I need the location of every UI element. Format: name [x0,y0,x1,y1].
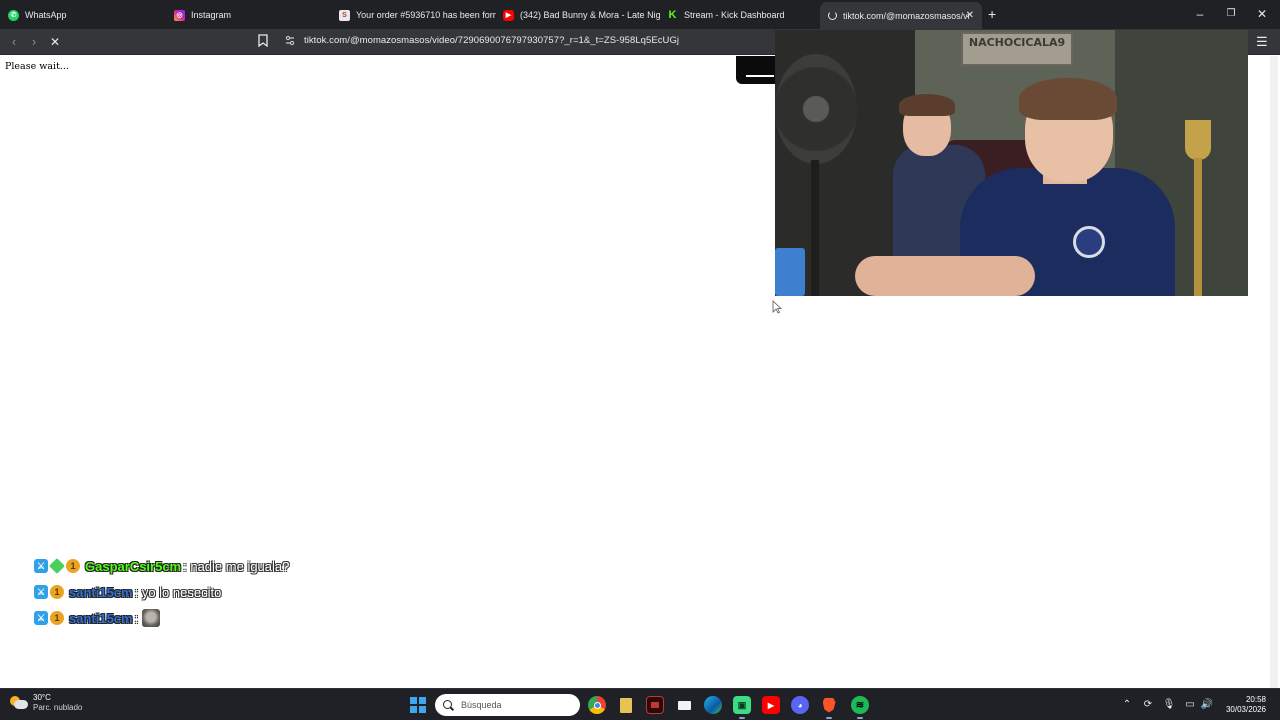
fan [775,54,857,164]
taskbar-search[interactable] [435,694,580,716]
volume-icon[interactable]: 🔊 [1200,698,1214,712]
overlay-pill [736,56,780,84]
wall-sign: NACHOCICALA9 [961,32,1073,66]
restore-icon[interactable]: ❐ [1221,6,1241,22]
discord-icon[interactable]: ◕ [791,696,809,714]
kick-icon: K [668,9,677,21]
youtube-icon[interactable]: ▶ [762,696,780,714]
moderator-badge-icon: ⚔ [34,585,48,599]
whatsapp-icon: ✆ [8,9,19,21]
weather-condition: Parc. nublado [33,703,83,712]
chat-text: : yo lo nesecito [134,584,222,600]
minimize-icon[interactable]: – [1190,6,1210,22]
menu-icon[interactable]: ☰ [1256,34,1268,50]
vip-badge-icon [49,558,65,574]
loading-spinner-icon [828,11,837,20]
chat-message: ⚔ 1 GasparCsir5cm : nadie me iguala? [34,556,289,576]
network-icon[interactable]: ▭ [1183,698,1197,712]
forward-icon[interactable]: › [25,33,43,51]
new-tab-button[interactable]: + [988,6,996,22]
tab-kick[interactable]: K Stream - Kick Dashboard [659,3,819,27]
search-input[interactable] [461,700,571,710]
cat-emote-icon [142,609,161,627]
tab-youtube[interactable]: ▶ (342) Bad Bunny & Mora - Late Nigh [495,3,660,27]
stop-loading-icon[interactable]: ✕ [46,33,64,51]
loading-text: Please wait... [5,61,69,72]
tab-label: Instagram [191,10,232,20]
partly-cloudy-icon [10,696,28,710]
sync-icon[interactable]: ⟳ [1141,698,1155,712]
windows-taskbar: 30°C Parc. nublado ▣ ▶ ◕ ≋ ⌃ ⟳ 🎙 ▭ 🔊 20:… [0,688,1280,720]
tab-label: Stream - Kick Dashboard [684,10,785,20]
chat-message: ⚔ 1 santi15cm : [34,608,161,628]
tab-order[interactable]: S Your order #5936710 has been forme [331,3,496,27]
chat-username: santi15cm [69,584,133,600]
weather-temp: 30°C [33,693,51,702]
windows-start-icon[interactable] [410,697,426,713]
tab-tiktok-active[interactable]: tiktok.com/@momazosmasos/vi ✕ [820,2,982,29]
chat-username: GasparCsir5cm [85,558,182,574]
system-clock[interactable]: 20:58 30/03/2026 [1222,695,1266,715]
browser-tab-strip: ✆ WhatsApp ◎ Instagram S Your order #593… [0,0,1280,29]
chat-username: santi15cm [69,610,133,626]
tab-instagram[interactable]: ◎ Instagram [166,3,331,27]
search-icon [443,699,454,711]
chat-text: : nadie me iguala? [183,558,290,574]
chevron-up-icon[interactable]: ⌃ [1120,698,1134,712]
chat-text: : [134,610,139,626]
tab-label: WhatsApp [25,10,67,20]
tab-whatsapp[interactable]: ✆ WhatsApp [0,3,165,27]
instagram-icon: ◎ [174,9,185,21]
spotify-icon[interactable]: ≋ [851,696,869,719]
subscriber-badge-icon: 1 [66,559,80,573]
tab-label: (342) Bad Bunny & Mora - Late Nigh [520,10,660,20]
brave-icon[interactable] [820,696,838,719]
trophy [1185,120,1211,160]
mail-icon[interactable] [675,696,693,714]
chrome-icon[interactable] [588,696,606,714]
red-app-icon[interactable] [646,696,664,714]
webcam-overlay: NACHOCICALA9 [775,30,1248,296]
moderator-badge-icon: ⚔ [34,559,48,573]
subscriber-badge-icon: 1 [50,585,64,599]
drink-can [775,248,805,296]
tab-label: Your order #5936710 has been forme [356,10,496,20]
youtube-icon: ▶ [503,9,514,21]
clock-date: 30/03/2026 [1225,705,1266,714]
android-icon[interactable]: ▣ [733,696,751,719]
site-info-icon[interactable] [284,35,296,52]
chat-message: ⚔ 1 santi15cm : yo lo nesecito [34,582,221,602]
jersey-crest [1073,226,1105,258]
page-scrollbar[interactable] [1270,56,1278,688]
weather-widget[interactable]: 30°C Parc. nublado [10,693,82,713]
edge-icon[interactable] [704,696,722,714]
close-window-icon[interactable]: ✕ [1252,6,1272,22]
microphone-icon[interactable]: 🎙 [1162,698,1176,712]
mouse-cursor-icon [772,300,782,314]
bookmark-icon[interactable] [258,34,270,50]
address-bar[interactable]: tiktok.com/@momazosmasos/video/729069007… [304,35,679,46]
tab-label: tiktok.com/@momazosmasos/vi [843,10,970,21]
subscriber-badge-icon: 1 [50,611,64,625]
clock-time: 20:58 [1245,695,1266,704]
moderator-badge-icon: ⚔ [34,611,48,625]
file-icon[interactable] [617,696,635,714]
close-tab-icon[interactable]: ✕ [966,10,974,21]
order-site-icon: S [339,9,350,21]
back-icon[interactable]: ‹ [5,33,23,51]
